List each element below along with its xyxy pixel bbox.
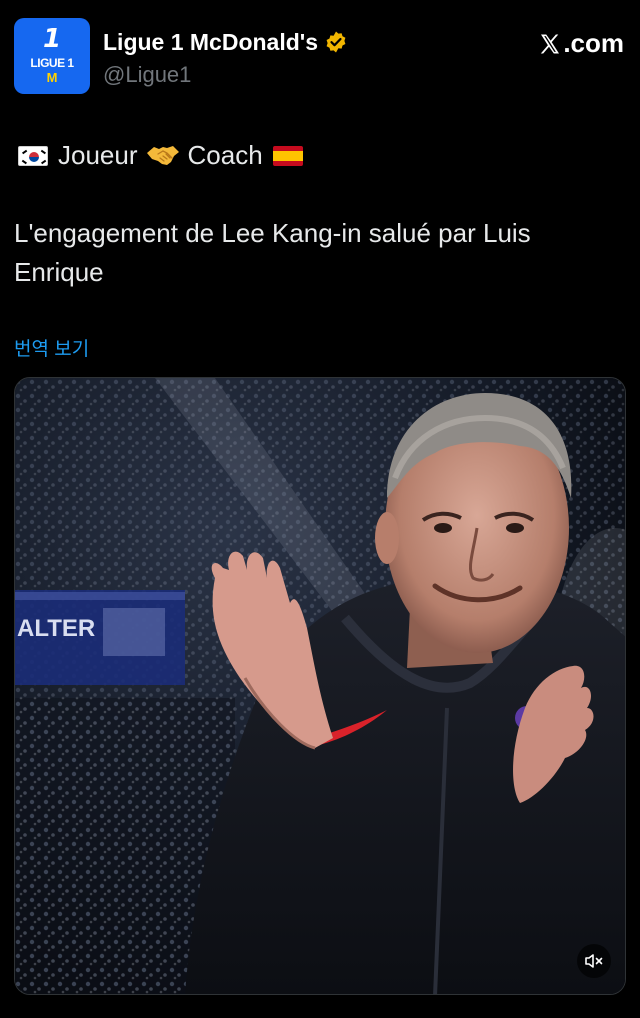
verified-badge-icon [326, 31, 346, 53]
x-logo-icon [541, 34, 560, 53]
video-frame: ALTER [15, 378, 625, 994]
avatar-logo-mark: 1 [42, 24, 62, 54]
mute-button[interactable] [577, 944, 611, 978]
display-name[interactable]: Ligue 1 McDonald's [103, 29, 318, 56]
tweet-line-1: Joueur Coach [14, 140, 313, 171]
avatar-logo-text: LIGUE 1 [30, 56, 74, 70]
user-handle[interactable]: @Ligue1 [103, 62, 191, 88]
video-player[interactable]: ALTER [14, 377, 626, 995]
name-row: Ligue 1 McDonald's [103, 28, 348, 56]
x-brand: .com [538, 28, 624, 59]
coach-label: Coach [187, 140, 263, 170]
tweet-text: L'engagement de Lee Kang-in salué par Lu… [14, 218, 531, 287]
stadium-banner-text: ALTER [17, 615, 95, 642]
translate-link[interactable]: 번역 보기 [14, 334, 89, 361]
avatar[interactable]: 1 LIGUE 1 M [14, 18, 90, 94]
speaker-muted-icon [585, 954, 603, 968]
south-korea-flag-icon [18, 145, 48, 166]
brand-suffix: .com [563, 28, 624, 58]
player-label: Joueur [58, 140, 138, 170]
tweet-header: 1 LIGUE 1 M Ligue 1 McDonald's @Ligue1 .… [14, 18, 626, 98]
handshake-icon [146, 145, 179, 165]
avatar-sponsor-mark: M [46, 70, 58, 85]
spain-flag-icon [272, 145, 303, 166]
